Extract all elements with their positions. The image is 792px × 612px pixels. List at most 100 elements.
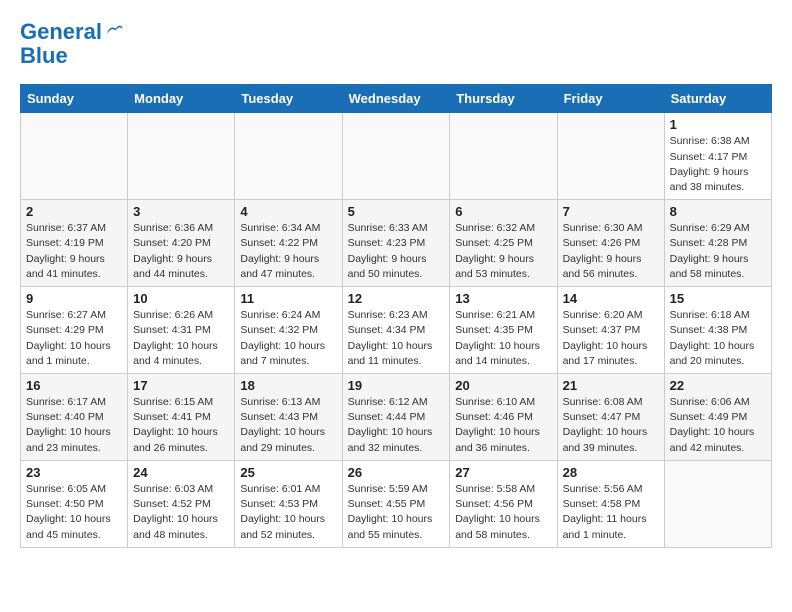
day-number: 12 bbox=[348, 291, 445, 306]
day-number: 21 bbox=[563, 378, 659, 393]
day-number: 22 bbox=[670, 378, 766, 393]
calendar-cell bbox=[21, 113, 128, 200]
logo-icon bbox=[104, 22, 124, 42]
weekday-header-row: SundayMondayTuesdayWednesdayThursdayFrid… bbox=[21, 85, 772, 113]
day-info: Sunrise: 6:26 AM Sunset: 4:31 PM Dayligh… bbox=[133, 308, 229, 369]
calendar-cell: 13 Sunrise: 6:21 AM Sunset: 4:35 PM Dayli… bbox=[450, 287, 557, 374]
calendar-cell: 6 Sunrise: 6:32 AM Sunset: 4:25 PM Daylig… bbox=[450, 200, 557, 287]
day-number: 1 bbox=[670, 117, 766, 132]
day-number: 23 bbox=[26, 465, 122, 480]
day-number: 16 bbox=[26, 378, 122, 393]
day-info: Sunrise: 6:20 AM Sunset: 4:37 PM Dayligh… bbox=[563, 308, 659, 369]
day-number: 27 bbox=[455, 465, 551, 480]
day-info: Sunrise: 6:29 AM Sunset: 4:28 PM Dayligh… bbox=[670, 221, 766, 282]
calendar-cell bbox=[557, 113, 664, 200]
calendar-cell: 16 Sunrise: 6:17 AM Sunset: 4:40 PM Dayli… bbox=[21, 374, 128, 461]
day-info: Sunrise: 6:10 AM Sunset: 4:46 PM Dayligh… bbox=[455, 395, 551, 456]
day-number: 18 bbox=[240, 378, 336, 393]
day-number: 14 bbox=[563, 291, 659, 306]
day-number: 15 bbox=[670, 291, 766, 306]
weekday-header-sunday: Sunday bbox=[21, 85, 128, 113]
page-header: General Blue bbox=[20, 20, 772, 68]
day-info: Sunrise: 6:12 AM Sunset: 4:44 PM Dayligh… bbox=[348, 395, 445, 456]
calendar-cell bbox=[664, 460, 771, 547]
calendar-cell bbox=[235, 113, 342, 200]
day-info: Sunrise: 6:38 AM Sunset: 4:17 PM Dayligh… bbox=[670, 134, 766, 195]
day-number: 10 bbox=[133, 291, 229, 306]
logo: General Blue bbox=[20, 20, 124, 68]
day-info: Sunrise: 6:37 AM Sunset: 4:19 PM Dayligh… bbox=[26, 221, 122, 282]
day-info: Sunrise: 6:30 AM Sunset: 4:26 PM Dayligh… bbox=[563, 221, 659, 282]
day-number: 20 bbox=[455, 378, 551, 393]
weekday-header-friday: Friday bbox=[557, 85, 664, 113]
day-info: Sunrise: 6:08 AM Sunset: 4:47 PM Dayligh… bbox=[563, 395, 659, 456]
calendar-cell: 22Sunrise: 6:06 AM Sunset: 4:49 PM Dayli… bbox=[664, 374, 771, 461]
day-info: Sunrise: 6:18 AM Sunset: 4:38 PM Dayligh… bbox=[670, 308, 766, 369]
calendar-cell: 10 Sunrise: 6:26 AM Sunset: 4:31 PM Dayli… bbox=[128, 287, 235, 374]
calendar-cell: 25 Sunrise: 6:01 AM Sunset: 4:53 PM Dayli… bbox=[235, 460, 342, 547]
day-number: 7 bbox=[563, 204, 659, 219]
day-number: 17 bbox=[133, 378, 229, 393]
day-info: Sunrise: 6:24 AM Sunset: 4:32 PM Dayligh… bbox=[240, 308, 336, 369]
day-number: 4 bbox=[240, 204, 336, 219]
day-number: 8 bbox=[670, 204, 766, 219]
calendar-cell bbox=[128, 113, 235, 200]
day-number: 13 bbox=[455, 291, 551, 306]
day-number: 5 bbox=[348, 204, 445, 219]
day-info: Sunrise: 6:01 AM Sunset: 4:53 PM Dayligh… bbox=[240, 482, 336, 543]
day-number: 2 bbox=[26, 204, 122, 219]
calendar-cell: 8 Sunrise: 6:29 AM Sunset: 4:28 PM Daylig… bbox=[664, 200, 771, 287]
calendar-cell: 15 Sunrise: 6:18 AM Sunset: 4:38 PM Dayli… bbox=[664, 287, 771, 374]
day-number: 9 bbox=[26, 291, 122, 306]
calendar-table: SundayMondayTuesdayWednesdayThursdayFrid… bbox=[20, 84, 772, 547]
day-info: Sunrise: 6:36 AM Sunset: 4:20 PM Dayligh… bbox=[133, 221, 229, 282]
calendar-cell: 20 Sunrise: 6:10 AM Sunset: 4:46 PM Dayli… bbox=[450, 374, 557, 461]
day-info: Sunrise: 5:59 AM Sunset: 4:55 PM Dayligh… bbox=[348, 482, 445, 543]
day-info: Sunrise: 5:56 AM Sunset: 4:58 PM Dayligh… bbox=[563, 482, 659, 543]
calendar-cell: 12Sunrise: 6:23 AM Sunset: 4:34 PM Dayli… bbox=[342, 287, 450, 374]
calendar-week-4: 16 Sunrise: 6:17 AM Sunset: 4:40 PM Dayli… bbox=[21, 374, 772, 461]
day-number: 19 bbox=[348, 378, 445, 393]
calendar-cell: 23 Sunrise: 6:05 AM Sunset: 4:50 PM Dayli… bbox=[21, 460, 128, 547]
calendar-cell: 7 Sunrise: 6:30 AM Sunset: 4:26 PM Daylig… bbox=[557, 200, 664, 287]
day-number: 3 bbox=[133, 204, 229, 219]
calendar-cell: 11 Sunrise: 6:24 AM Sunset: 4:32 PM Dayli… bbox=[235, 287, 342, 374]
calendar-cell: 28 Sunrise: 5:56 AM Sunset: 4:58 PM Dayli… bbox=[557, 460, 664, 547]
calendar-cell: 17 Sunrise: 6:15 AM Sunset: 4:41 PM Dayli… bbox=[128, 374, 235, 461]
calendar-cell: 9 Sunrise: 6:27 AM Sunset: 4:29 PM Daylig… bbox=[21, 287, 128, 374]
weekday-header-thursday: Thursday bbox=[450, 85, 557, 113]
calendar-cell: 14 Sunrise: 6:20 AM Sunset: 4:37 PM Dayli… bbox=[557, 287, 664, 374]
calendar-cell: 19 Sunrise: 6:12 AM Sunset: 4:44 PM Dayli… bbox=[342, 374, 450, 461]
weekday-header-monday: Monday bbox=[128, 85, 235, 113]
calendar-week-3: 9 Sunrise: 6:27 AM Sunset: 4:29 PM Daylig… bbox=[21, 287, 772, 374]
day-info: Sunrise: 6:21 AM Sunset: 4:35 PM Dayligh… bbox=[455, 308, 551, 369]
day-info: Sunrise: 6:27 AM Sunset: 4:29 PM Dayligh… bbox=[26, 308, 122, 369]
calendar-week-2: 2 Sunrise: 6:37 AM Sunset: 4:19 PM Daylig… bbox=[21, 200, 772, 287]
calendar-cell: 27 Sunrise: 5:58 AM Sunset: 4:56 PM Dayli… bbox=[450, 460, 557, 547]
logo-blue-text: Blue bbox=[20, 44, 124, 68]
day-number: 25 bbox=[240, 465, 336, 480]
day-info: Sunrise: 6:17 AM Sunset: 4:40 PM Dayligh… bbox=[26, 395, 122, 456]
weekday-header-wednesday: Wednesday bbox=[342, 85, 450, 113]
calendar-week-5: 23 Sunrise: 6:05 AM Sunset: 4:50 PM Dayli… bbox=[21, 460, 772, 547]
weekday-header-saturday: Saturday bbox=[664, 85, 771, 113]
day-number: 24 bbox=[133, 465, 229, 480]
day-number: 11 bbox=[240, 291, 336, 306]
calendar-cell: 4 Sunrise: 6:34 AM Sunset: 4:22 PM Daylig… bbox=[235, 200, 342, 287]
day-info: Sunrise: 6:13 AM Sunset: 4:43 PM Dayligh… bbox=[240, 395, 336, 456]
calendar-cell: 18 Sunrise: 6:13 AM Sunset: 4:43 PM Dayli… bbox=[235, 374, 342, 461]
calendar-week-1: 1 Sunrise: 6:38 AM Sunset: 4:17 PM Daylig… bbox=[21, 113, 772, 200]
calendar-cell: 2 Sunrise: 6:37 AM Sunset: 4:19 PM Daylig… bbox=[21, 200, 128, 287]
day-number: 28 bbox=[563, 465, 659, 480]
day-info: Sunrise: 6:33 AM Sunset: 4:23 PM Dayligh… bbox=[348, 221, 445, 282]
calendar-cell: 26 Sunrise: 5:59 AM Sunset: 4:55 PM Dayli… bbox=[342, 460, 450, 547]
calendar-cell: 1 Sunrise: 6:38 AM Sunset: 4:17 PM Daylig… bbox=[664, 113, 771, 200]
day-info: Sunrise: 6:34 AM Sunset: 4:22 PM Dayligh… bbox=[240, 221, 336, 282]
day-info: Sunrise: 6:15 AM Sunset: 4:41 PM Dayligh… bbox=[133, 395, 229, 456]
day-number: 6 bbox=[455, 204, 551, 219]
day-info: Sunrise: 6:05 AM Sunset: 4:50 PM Dayligh… bbox=[26, 482, 122, 543]
day-info: Sunrise: 5:58 AM Sunset: 4:56 PM Dayligh… bbox=[455, 482, 551, 543]
day-info: Sunrise: 6:32 AM Sunset: 4:25 PM Dayligh… bbox=[455, 221, 551, 282]
day-number: 26 bbox=[348, 465, 445, 480]
calendar-cell: 21 Sunrise: 6:08 AM Sunset: 4:47 PM Dayli… bbox=[557, 374, 664, 461]
